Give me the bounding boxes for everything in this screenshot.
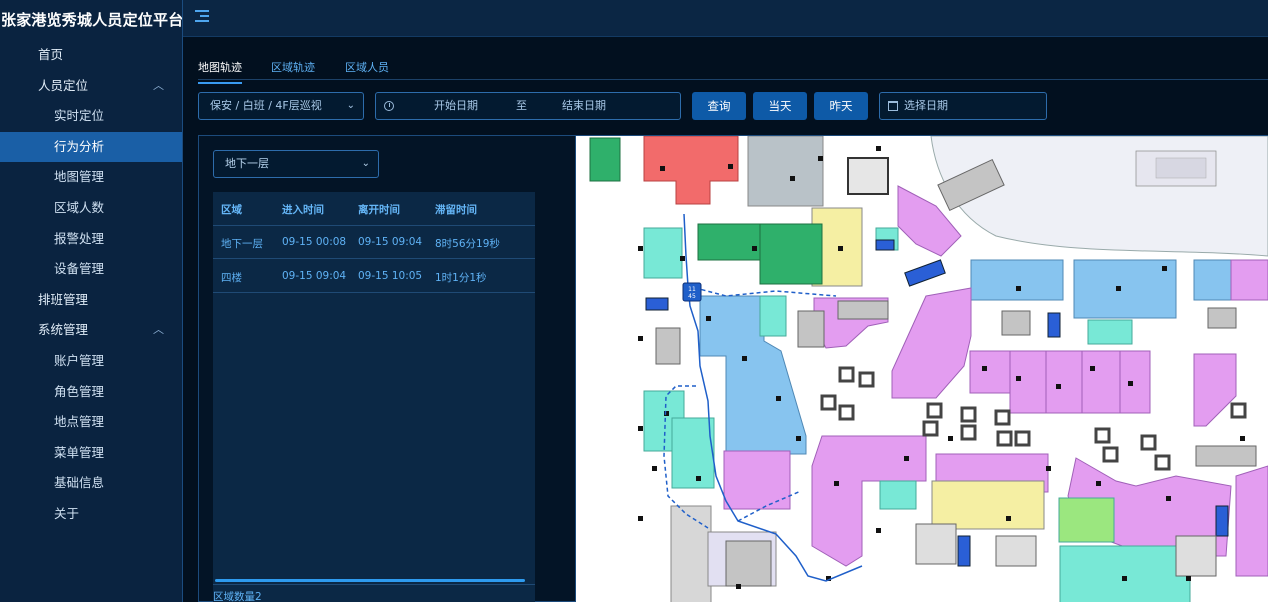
app-title: 张家港览秀城人员定位平台 xyxy=(1,11,182,29)
table-row[interactable]: 四楼 09-15 09:04 09-15 10:05 1时1分1秒 xyxy=(213,260,535,293)
person-select-value: 保安 / 白班 / 4F层巡视 xyxy=(210,99,322,112)
tab-bar: 地图轨迹 区域轨迹 区域人员 xyxy=(198,54,1268,84)
sidebar: 张家港览秀城人员定位平台 首页人员定位 ︿ 实时定位行为分析地图管理区域人数报警处理… xyxy=(0,0,183,602)
tab-area-track[interactable]: 区域轨迹 xyxy=(271,59,315,75)
sidebar-item-11[interactable]: 角色管理 xyxy=(0,377,182,408)
top-bar xyxy=(183,0,1268,37)
sidebar-item-2[interactable]: 实时定位 xyxy=(0,101,182,132)
sidebar-item-label: 人员定位 xyxy=(38,77,89,93)
svg-text:45: 45 xyxy=(688,293,696,300)
sidebar-item-label: 首页 xyxy=(38,47,64,62)
sidebar-item-label: 地图管理 xyxy=(54,169,105,185)
person-marker[interactable]: 11 45 xyxy=(682,282,702,302)
end-date-input[interactable]: 结束日期 xyxy=(562,93,606,119)
cell-area: 地下一层 xyxy=(221,238,263,250)
sidebar-item-3[interactable]: 行为分析 xyxy=(0,131,182,163)
sidebar-item-label: 区域人数 xyxy=(54,199,105,215)
chevron-up-icon[interactable]: ︿ xyxy=(153,315,164,346)
date-picker[interactable]: 选择日期 xyxy=(879,92,1047,120)
cell-stay-time: 1时1分1秒 xyxy=(435,272,487,284)
cell-enter-time: 09-15 09:04 xyxy=(282,270,347,282)
column-stay-time: 滞留时间 xyxy=(435,204,477,216)
date-range-picker[interactable]: 开始日期 至 结束日期 xyxy=(375,92,681,120)
area-panel: 地下一层 ⌄ 区域 进入时间 离开时间 滞留时间 地下一层 09-15 00:0… xyxy=(198,135,576,602)
horizontal-scrollbar[interactable] xyxy=(215,579,525,582)
chevron-down-icon: ⌄ xyxy=(361,158,370,169)
sidebar-item-4[interactable]: 地图管理 xyxy=(0,162,182,193)
sidebar-item-label: 地点管理 xyxy=(54,414,105,430)
table-header: 区域 进入时间 离开时间 滞留时间 xyxy=(213,192,535,226)
sidebar-item-label: 实时定位 xyxy=(54,108,105,124)
cell-leave-time: 09-15 10:05 xyxy=(358,270,423,282)
sidebar-item-label: 账户管理 xyxy=(54,352,105,368)
app-root: 张家港览秀城人员定位平台 首页人员定位 ︿ 实时定位行为分析地图管理区域人数报警处理… xyxy=(0,0,1268,602)
sidebar-item-label: 关于 xyxy=(54,505,80,521)
sidebar-item-6[interactable]: 报警处理 xyxy=(0,224,182,255)
query-button[interactable]: 查询 xyxy=(692,92,746,120)
tab-area-people[interactable]: 区域人员 xyxy=(345,59,389,75)
chevron-up-icon[interactable]: ︿ xyxy=(153,71,164,102)
floor-plan-svg[interactable]: 11 45 xyxy=(576,136,1268,602)
area-count: 区域数量2 xyxy=(213,584,535,602)
column-leave-time: 离开时间 xyxy=(358,204,400,216)
sidebar-item-15[interactable]: 关于 xyxy=(0,499,182,530)
sidebar-item-0[interactable]: 首页 xyxy=(0,40,182,71)
floor-map[interactable]: 11 45 xyxy=(576,135,1268,602)
today-button[interactable]: 当天 xyxy=(753,92,807,120)
chevron-down-icon: ⌄ xyxy=(346,100,355,111)
tab-map-track[interactable]: 地图轨迹 xyxy=(198,59,242,84)
calendar-icon xyxy=(888,101,898,111)
sidebar-item-label: 基础信息 xyxy=(54,475,105,491)
date-picker-placeholder: 选择日期 xyxy=(904,99,948,112)
column-area: 区域 xyxy=(221,204,242,216)
sidebar-item-12[interactable]: 地点管理 xyxy=(0,407,182,438)
yesterday-button[interactable]: 昨天 xyxy=(814,92,868,120)
cell-enter-time: 09-15 00:08 xyxy=(282,236,347,248)
range-separator: 至 xyxy=(516,99,527,112)
sidebar-item-label: 系统管理 xyxy=(38,322,89,338)
sidebar-item-label: 排班管理 xyxy=(38,291,89,307)
cell-area: 四楼 xyxy=(221,272,242,284)
table-row[interactable]: 地下一层 09-15 00:08 09-15 09:04 8时56分19秒 xyxy=(213,226,535,259)
menu-toggle-icon[interactable] xyxy=(195,10,209,22)
sidebar-item-10[interactable]: 账户管理 xyxy=(0,346,182,377)
sidebar-item-5[interactable]: 区域人数 xyxy=(0,193,182,224)
sidebar-item-label: 报警处理 xyxy=(54,230,105,246)
floor-select-value: 地下一层 xyxy=(225,157,269,170)
sidebar-nav: 首页人员定位 ︿ 实时定位行为分析地图管理区域人数报警处理设备管理排班管理系统管理 ︿… xyxy=(0,40,182,530)
person-select[interactable]: 保安 / 白班 / 4F层巡视 ⌄ xyxy=(198,92,364,120)
sidebar-item-label: 设备管理 xyxy=(54,261,105,277)
sidebar-item-label: 行为分析 xyxy=(54,138,105,154)
sidebar-item-9[interactable]: 系统管理 ︿ xyxy=(0,315,182,346)
floor-select[interactable]: 地下一层 ⌄ xyxy=(213,150,379,178)
sidebar-item-14[interactable]: 基础信息 xyxy=(0,468,182,499)
area-table: 区域 进入时间 离开时间 滞留时间 地下一层 09-15 00:08 09-15… xyxy=(213,192,535,602)
clock-icon xyxy=(384,101,394,111)
sidebar-item-13[interactable]: 菜单管理 xyxy=(0,438,182,469)
cell-stay-time: 8时56分19秒 xyxy=(435,238,500,250)
cell-leave-time: 09-15 09:04 xyxy=(358,236,423,248)
sidebar-item-label: 角色管理 xyxy=(54,383,105,399)
sidebar-item-1[interactable]: 人员定位 ︿ xyxy=(0,71,182,102)
sidebar-item-label: 菜单管理 xyxy=(54,444,105,460)
sidebar-item-8[interactable]: 排班管理 xyxy=(0,285,182,316)
start-date-input[interactable]: 开始日期 xyxy=(434,93,478,119)
column-enter-time: 进入时间 xyxy=(282,204,324,216)
sidebar-item-7[interactable]: 设备管理 xyxy=(0,254,182,285)
svg-text:11: 11 xyxy=(688,286,696,293)
